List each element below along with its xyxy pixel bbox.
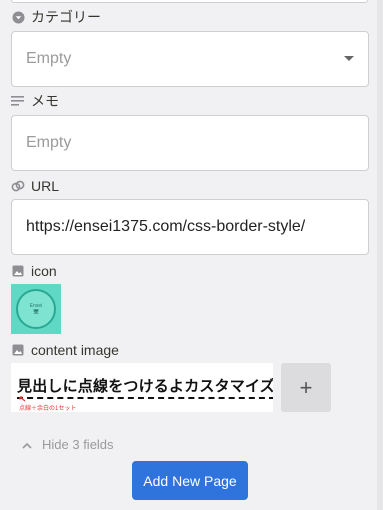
- category-placeholder: Empty: [26, 50, 72, 67]
- memo-label-text: メモ: [31, 93, 59, 109]
- scrollbar-track[interactable]: [377, 0, 383, 510]
- add-new-page-button[interactable]: Add New Page: [132, 461, 248, 500]
- content-image-label: content image: [11, 341, 119, 359]
- thumbnail-glyph: 🖥: [32, 309, 40, 315]
- content-image-thumbnail[interactable]: 見出しに点線をつけるよカスタマイズ 点線＋余白の1セット: [11, 363, 273, 412]
- icon-prop-label: icon: [11, 262, 57, 280]
- icon-thumbnail[interactable]: Ensei 🖥: [11, 284, 61, 334]
- text-lines-icon: [11, 94, 25, 108]
- link-icon: [11, 179, 25, 193]
- plus-icon: +: [299, 374, 313, 400]
- image-icon: [11, 343, 25, 357]
- content-image-headline: 見出しに点線をつけるよカスタマイズ: [17, 375, 273, 399]
- memo-input[interactable]: Empty: [11, 115, 369, 171]
- image-icon: [11, 264, 25, 278]
- url-input[interactable]: https://ensei1375.com/css-border-style/: [11, 199, 369, 255]
- category-label-text: カテゴリー: [31, 9, 101, 25]
- dropdown-circle-icon: [11, 10, 25, 24]
- property-panel: カテゴリー Empty メモ Empty URL https://ensei13…: [0, 0, 377, 510]
- category-select[interactable]: Empty: [11, 31, 369, 87]
- chevron-down-icon: [344, 56, 354, 61]
- icon-prop-label-text: icon: [31, 263, 57, 279]
- chevron-up-icon: [22, 437, 32, 452]
- content-image-label-text: content image: [31, 342, 119, 358]
- content-image-note: 点線＋余白の1セット: [19, 406, 77, 412]
- url-label-text: URL: [31, 178, 60, 194]
- memo-placeholder: Empty: [26, 134, 72, 151]
- thumbnail-logo: Ensei 🖥: [16, 289, 56, 329]
- url-value: https://ensei1375.com/css-border-style/: [26, 218, 306, 235]
- hide-fields-toggle[interactable]: Hide 3 fields: [22, 435, 114, 453]
- hide-fields-label: Hide 3 fields: [42, 436, 114, 452]
- previous-field-edge: [11, 0, 368, 3]
- memo-label: メモ: [11, 92, 59, 110]
- arrow-icon: [19, 396, 26, 402]
- url-label: URL: [11, 177, 59, 195]
- category-label: カテゴリー: [11, 8, 101, 26]
- add-image-button[interactable]: +: [281, 363, 331, 412]
